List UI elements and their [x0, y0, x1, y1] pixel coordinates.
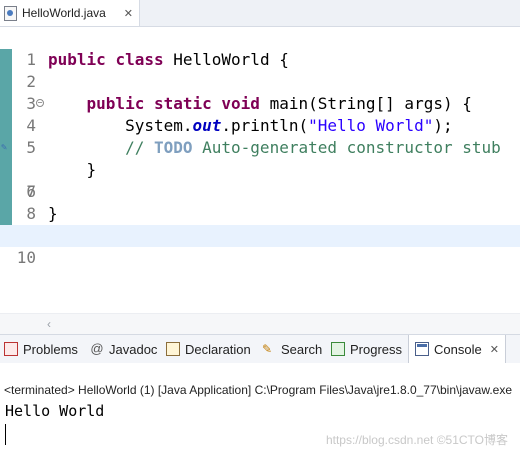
tab-label: Progress — [350, 341, 403, 357]
text-caret — [5, 424, 6, 445]
watermark: https://blog.csdn.net ©51CTO博客 — [325, 433, 508, 447]
code-line[interactable]: 5 System.out.println("Hello World"); — [0, 115, 520, 157]
code-line[interactable]: ✎ 6 // TODO Auto-generated constructor s… — [0, 137, 520, 201]
code-text: } — [86, 160, 97, 179]
javadoc-icon: @ — [90, 341, 104, 356]
code-line[interactable]: 1 — [0, 27, 520, 69]
tab-label: Declaration — [185, 341, 251, 357]
view-tab-bar: Problems @ Javadoc Declaration ✎ Search … — [0, 334, 520, 364]
line-number: 10 — [16, 248, 36, 267]
close-icon[interactable]: ✕ — [124, 7, 133, 20]
code-text: public static void main(String[] args) { — [86, 94, 472, 113]
code-text: } — [48, 204, 58, 223]
problems-icon — [4, 342, 18, 356]
code-editor[interactable]: 1 2 public class HelloWorld { 3 4 − publ… — [0, 27, 520, 336]
editor-tab-helloworld[interactable]: HelloWorld.java ✕ — [0, 0, 140, 26]
code-line[interactable]: 9 } — [0, 203, 520, 245]
task-marker-icon[interactable]: ✎ — [1, 142, 11, 154]
horizontal-scrollbar[interactable]: ‹ — [0, 313, 520, 336]
tab-problems[interactable]: Problems — [4, 335, 78, 363]
fold-toggle-icon[interactable]: − — [36, 99, 44, 107]
console-output-text: Hello World — [5, 402, 105, 420]
code-line[interactable]: 8 — [0, 181, 520, 223]
tab-label: Console — [434, 341, 482, 357]
code-line[interactable]: 2 public class HelloWorld { — [0, 49, 520, 91]
java-file-icon — [4, 5, 17, 21]
code-text: System.out.println("Hello World"); — [125, 116, 453, 135]
tab-label: Search — [281, 341, 323, 357]
tab-search[interactable]: ✎ Search — [262, 335, 322, 363]
search-icon: ✎ — [262, 342, 273, 356]
code-line[interactable]: 4 − public static void main(String[] arg… — [0, 93, 520, 135]
tab-javadoc[interactable]: @ Javadoc — [90, 335, 157, 363]
tab-declaration[interactable]: Declaration — [166, 335, 251, 363]
console-icon — [415, 342, 429, 356]
declaration-icon — [166, 342, 180, 356]
console-output-area[interactable]: <terminated> HelloWorld (1) [Java Applic… — [0, 363, 520, 458]
tab-label: Problems — [23, 341, 78, 357]
code-line[interactable]: 7 } — [0, 159, 520, 201]
progress-icon — [331, 342, 345, 356]
close-icon[interactable]: ✕ — [490, 343, 499, 356]
code-line-current[interactable]: 10 — [0, 225, 520, 267]
tab-console[interactable]: Console ✕ — [408, 335, 506, 363]
editor-tab-bar: HelloWorld.java ✕ — [0, 0, 520, 27]
code-text: // TODO Auto-generated constructor stub — [125, 138, 501, 157]
tab-progress[interactable]: Progress — [331, 335, 402, 363]
code-line[interactable]: 3 — [0, 71, 520, 113]
scroll-left-icon[interactable]: ‹ — [47, 317, 51, 331]
code-text: public class HelloWorld { — [48, 50, 289, 69]
console-process-label: <terminated> HelloWorld (1) [Java Applic… — [4, 383, 513, 397]
editor-tab-label: HelloWorld.java — [22, 6, 106, 20]
tab-label: Javadoc — [109, 341, 158, 357]
